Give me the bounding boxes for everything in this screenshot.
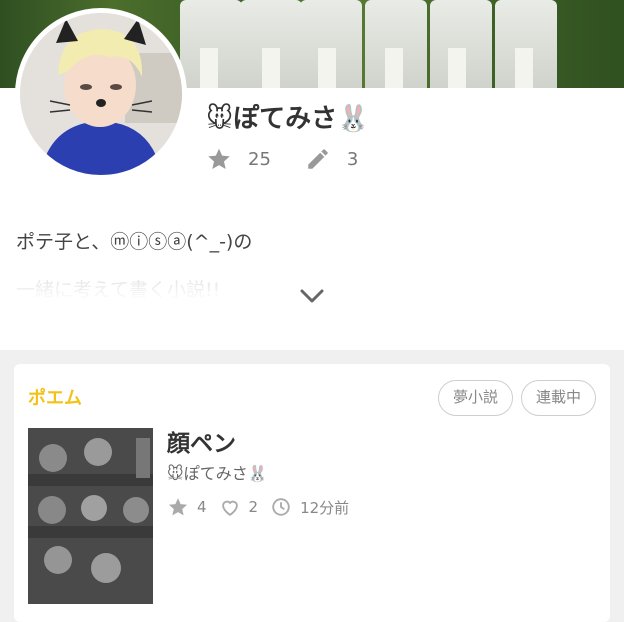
- tag-list: 夢小説 連載中: [430, 380, 596, 416]
- stars-count: 25: [248, 148, 271, 170]
- profile-stats: 25 3: [206, 146, 392, 172]
- heart-icon: [221, 500, 238, 516]
- stars-stat[interactable]: 25: [206, 146, 271, 172]
- work-updated-time: 12分前: [300, 498, 350, 517]
- star-icon: [208, 148, 230, 169]
- work-meta: 4 2 12分前: [167, 496, 361, 518]
- work-updated: 12分前: [270, 496, 349, 518]
- chevron-down-icon: [300, 289, 324, 303]
- work-title[interactable]: 顔ペン: [167, 424, 236, 458]
- work-card[interactable]: ポエム 夢小説 連載中 顔ペン 🐭ぽてみさ🐰 4 2 12分前: [14, 364, 610, 622]
- pencil-icon: [308, 149, 328, 169]
- cover-image[interactable]: [28, 428, 153, 604]
- work-stars-count: 4: [197, 498, 207, 516]
- username: 🐭ぽてみさ🐰: [206, 104, 370, 134]
- star-icon: [168, 498, 188, 516]
- tag-yume-shousetsu[interactable]: 夢小説: [437, 380, 513, 416]
- bio-line-1: ポテ子と、ⓜⓘⓢⓐ(^_-)の: [16, 231, 253, 253]
- posts-count: 3: [346, 148, 359, 170]
- work-likes: 2: [219, 496, 259, 518]
- profile-section: 🐭ぽてみさ🐰 25 3 ポテ子と、ⓜⓘⓢⓐ(^_-)の 一緒に考えて書く小説!!: [0, 0, 624, 350]
- tag-rensai-chuu[interactable]: 連載中: [520, 380, 596, 416]
- work-stars: 4: [167, 496, 207, 518]
- posts-stat[interactable]: 3: [305, 146, 358, 172]
- work-likes-count: 2: [248, 498, 259, 516]
- genre-label: ポエム: [28, 388, 82, 409]
- clock-icon: [272, 498, 290, 516]
- work-author[interactable]: 🐭ぽてみさ🐰: [167, 460, 268, 484]
- avatar[interactable]: [15, 8, 187, 180]
- expand-bio-button[interactable]: [298, 284, 326, 308]
